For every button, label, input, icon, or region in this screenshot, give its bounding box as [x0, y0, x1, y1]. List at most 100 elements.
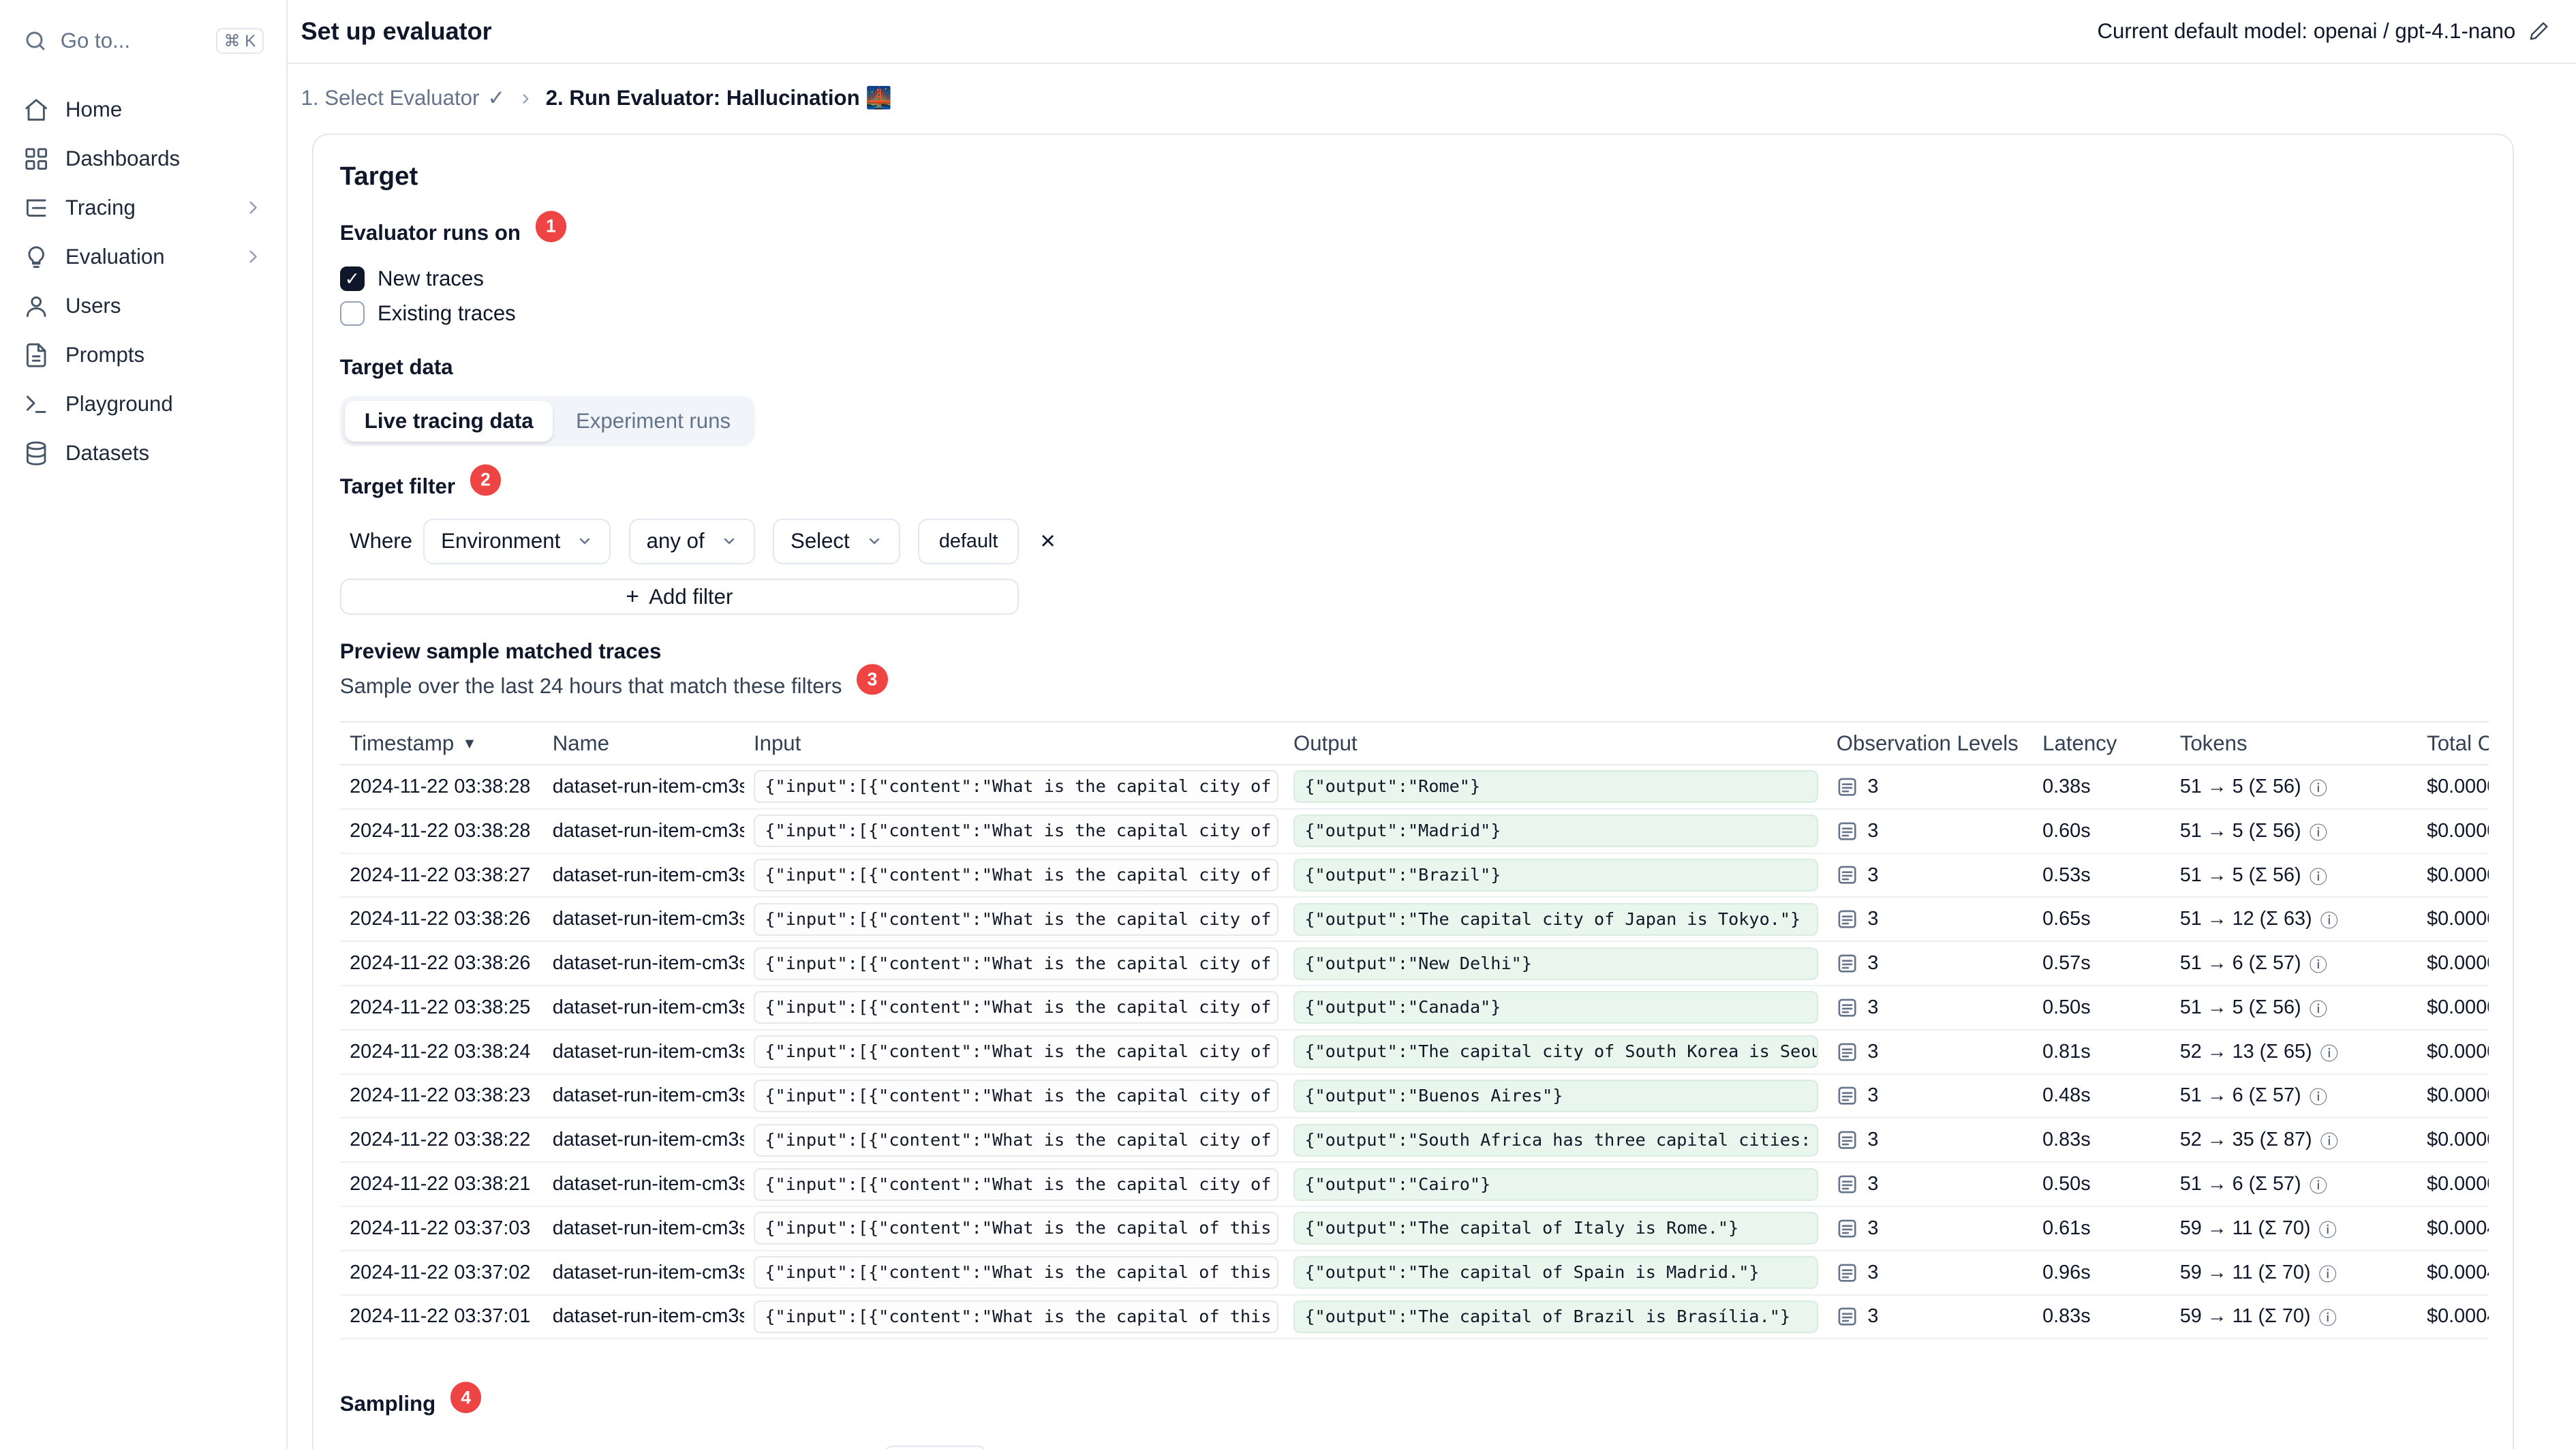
- info-icon[interactable]: ⓘ: [2310, 1082, 2327, 1109]
- cell-name: dataset-run-item-cm3s4: [552, 952, 744, 975]
- lightbulb-icon: [23, 244, 49, 270]
- info-icon[interactable]: ⓘ: [2318, 1260, 2336, 1286]
- filter-operator-select[interactable]: any of: [628, 518, 755, 564]
- output-json-cell[interactable]: {"output":"New Delhi"}: [1293, 947, 1819, 980]
- table-row[interactable]: 2024-11-22 03:37:01 dataset-run-item-cm3…: [339, 1296, 2489, 1340]
- chevron-down-icon: [580, 538, 590, 545]
- input-json-cell[interactable]: {"input":[{"content":"What is the capita…: [753, 1256, 1279, 1290]
- breadcrumb: 1. Select Evaluator ✓ › 2. Run Evaluator…: [288, 64, 2576, 124]
- filter-value-chip[interactable]: default: [918, 518, 1019, 564]
- input-json-cell[interactable]: {"input":[{"content":"What is the capita…: [753, 1300, 1279, 1333]
- output-json-cell[interactable]: {"output":"Cairo"}: [1293, 1168, 1819, 1201]
- input-json-cell[interactable]: {"input":[{"content":"What is the capita…: [753, 770, 1279, 804]
- table-row[interactable]: 2024-11-22 03:37:03 dataset-run-item-cm3…: [339, 1207, 2489, 1251]
- output-json-cell[interactable]: {"output":"The capital city of Japan is …: [1293, 902, 1819, 936]
- input-json-cell[interactable]: {"input":[{"content":"What is the capita…: [753, 1168, 1279, 1201]
- checkbox-new-traces[interactable]: ✓ New traces: [339, 262, 2487, 296]
- sidebar-item-dashboards[interactable]: Dashboards: [13, 134, 273, 183]
- plus-icon: +: [626, 584, 639, 610]
- input-json-cell[interactable]: {"input":[{"content":"What is the capita…: [753, 814, 1279, 848]
- output-json-cell[interactable]: {"output":"Madrid"}: [1293, 814, 1819, 848]
- tab-experiment-runs[interactable]: Experiment runs: [556, 401, 750, 442]
- chevron-down-icon: [724, 538, 734, 545]
- output-json-cell[interactable]: {"output":"Rome"}: [1293, 770, 1819, 804]
- info-icon[interactable]: ⓘ: [2310, 818, 2327, 844]
- output-json-cell[interactable]: {"output":"Brazil"}: [1293, 859, 1819, 891]
- output-json-cell[interactable]: {"output":"The capital of Spain is Madri…: [1293, 1256, 1819, 1290]
- input-json-cell[interactable]: {"input":[{"content":"What is the capita…: [753, 859, 1279, 891]
- input-json-cell[interactable]: {"input":[{"content":"What is the capita…: [753, 1035, 1279, 1069]
- output-json-cell[interactable]: {"output":"Canada"}: [1293, 991, 1819, 1024]
- cell-observation-levels: 3: [1826, 776, 2032, 798]
- info-icon[interactable]: ⓘ: [2320, 1039, 2338, 1065]
- sidebar-item-evaluation[interactable]: Evaluation: [13, 232, 273, 281]
- input-json-cell[interactable]: {"input":[{"content":"What is the capita…: [753, 1079, 1279, 1112]
- cell-output: {"output":"Rome"}: [1284, 770, 1827, 804]
- info-icon[interactable]: ⓘ: [2310, 1171, 2327, 1198]
- cell-timestamp: 2024-11-22 03:38:24: [350, 1040, 531, 1063]
- input-json-cell[interactable]: {"input":[{"content":"What is the capita…: [753, 1123, 1279, 1157]
- cell-observation-levels: 3: [1826, 820, 2032, 842]
- table-row[interactable]: 2024-11-22 03:38:26 dataset-run-item-cm3…: [339, 898, 2489, 943]
- sidebar-item-users[interactable]: Users: [13, 281, 273, 331]
- table-header-row: Timestamp ▼ Name Input Output Observatio…: [339, 721, 2489, 766]
- filter-column-select[interactable]: Environment: [423, 518, 611, 564]
- output-json-cell[interactable]: {"output":"The capital of Brazil is Bras…: [1293, 1300, 1819, 1333]
- info-icon[interactable]: ⓘ: [2310, 862, 2327, 889]
- output-json-cell[interactable]: {"output":"South Africa has three capita…: [1293, 1123, 1819, 1157]
- table-row[interactable]: 2024-11-22 03:38:21 dataset-run-item-cm3…: [339, 1163, 2489, 1207]
- go-to-search[interactable]: Go to... ⌘ K: [13, 16, 273, 65]
- runs-on-section-label: Evaluator runs on 1: [340, 211, 2487, 249]
- input-json-cell[interactable]: {"input":[{"content":"What is the capita…: [753, 991, 1279, 1024]
- sidebar-item-home[interactable]: Home: [13, 85, 273, 134]
- cell-total-cost: $0.000011 (: [2427, 819, 2489, 842]
- info-icon[interactable]: ⓘ: [2318, 1215, 2336, 1242]
- input-json-cell[interactable]: {"input":[{"content":"What is the capita…: [753, 947, 1279, 980]
- default-model-label: Current default model: openai / gpt-4.1-…: [2097, 18, 2516, 43]
- table-row[interactable]: 2024-11-22 03:38:25 dataset-run-item-cm3…: [339, 986, 2489, 1031]
- remove-filter-icon[interactable]: ×: [1037, 528, 1059, 554]
- table-row[interactable]: 2024-11-22 03:38:24 dataset-run-item-cm3…: [339, 1031, 2489, 1075]
- sidebar-item-prompts[interactable]: Prompts: [13, 331, 273, 380]
- sidebar-item-playground[interactable]: Playground: [13, 380, 273, 429]
- sampling-percent-input[interactable]: [883, 1446, 988, 1449]
- checkbox-unchecked-icon[interactable]: [339, 301, 365, 326]
- cell-input: {"input":[{"content":"What is the capita…: [744, 947, 1284, 980]
- checkbox-checked-icon[interactable]: ✓: [339, 266, 365, 292]
- info-icon[interactable]: ⓘ: [2310, 994, 2327, 1021]
- cell-name: dataset-run-item-cm3s4: [552, 1129, 744, 1151]
- card-title: Target: [339, 161, 418, 191]
- output-json-cell[interactable]: {"output":"The capital of Italy is Rome.…: [1293, 1212, 1819, 1245]
- info-icon[interactable]: ⓘ: [2318, 1303, 2336, 1330]
- tab-live-tracing-data[interactable]: Live tracing data: [344, 400, 553, 442]
- column-header-timestamp[interactable]: Timestamp ▼: [340, 731, 543, 756]
- cell-tokens: 51 → 5 (Σ 56) ⓘ: [2170, 818, 2417, 844]
- filter-value-select[interactable]: Select: [773, 518, 900, 564]
- info-icon[interactable]: ⓘ: [2310, 950, 2327, 977]
- input-json-cell[interactable]: {"input":[{"content":"What is the capita…: [753, 1212, 1279, 1245]
- table-row[interactable]: 2024-11-22 03:38:26 dataset-run-item-cm3…: [339, 942, 2489, 986]
- sidebar-item-tracing[interactable]: Tracing: [13, 183, 273, 232]
- cell-latency: 0.83s: [2042, 1129, 2091, 1151]
- add-filter-button[interactable]: + Add filter: [339, 579, 1019, 615]
- checkbox-existing-traces[interactable]: Existing traces: [339, 296, 2487, 330]
- table-row[interactable]: 2024-11-22 03:38:22 dataset-run-item-cm3…: [339, 1118, 2489, 1163]
- table-row[interactable]: 2024-11-22 03:38:28 dataset-run-item-cm3…: [339, 810, 2489, 854]
- info-icon[interactable]: ⓘ: [2320, 906, 2338, 932]
- table-row[interactable]: 2024-11-22 03:37:02 dataset-run-item-cm3…: [339, 1251, 2489, 1296]
- cell-latency: 0.53s: [2042, 864, 2091, 886]
- table-row[interactable]: 2024-11-22 03:38:23 dataset-run-item-cm3…: [339, 1075, 2489, 1119]
- info-icon[interactable]: ⓘ: [2320, 1127, 2338, 1153]
- output-json-cell[interactable]: {"output":"Buenos Aires"}: [1293, 1079, 1819, 1112]
- cell-timestamp: 2024-11-22 03:38:28: [350, 775, 531, 797]
- edit-pencil-icon[interactable]: [2528, 20, 2549, 42]
- info-icon[interactable]: ⓘ: [2310, 774, 2327, 800]
- table-row[interactable]: 2024-11-22 03:38:28 dataset-run-item-cm3…: [339, 765, 2489, 810]
- table-row[interactable]: 2024-11-22 03:38:27 dataset-run-item-cm3…: [339, 854, 2489, 898]
- breadcrumb-step-1[interactable]: 1. Select Evaluator ✓: [301, 86, 506, 110]
- output-json-cell[interactable]: {"output":"The capital city of South Kor…: [1293, 1035, 1819, 1069]
- sidebar-item-datasets[interactable]: Datasets: [13, 429, 273, 478]
- cell-tokens: 51 → 6 (Σ 57) ⓘ: [2170, 1171, 2417, 1198]
- cell-latency: 0.50s: [2042, 1173, 2091, 1195]
- input-json-cell[interactable]: {"input":[{"content":"What is the capita…: [753, 902, 1279, 936]
